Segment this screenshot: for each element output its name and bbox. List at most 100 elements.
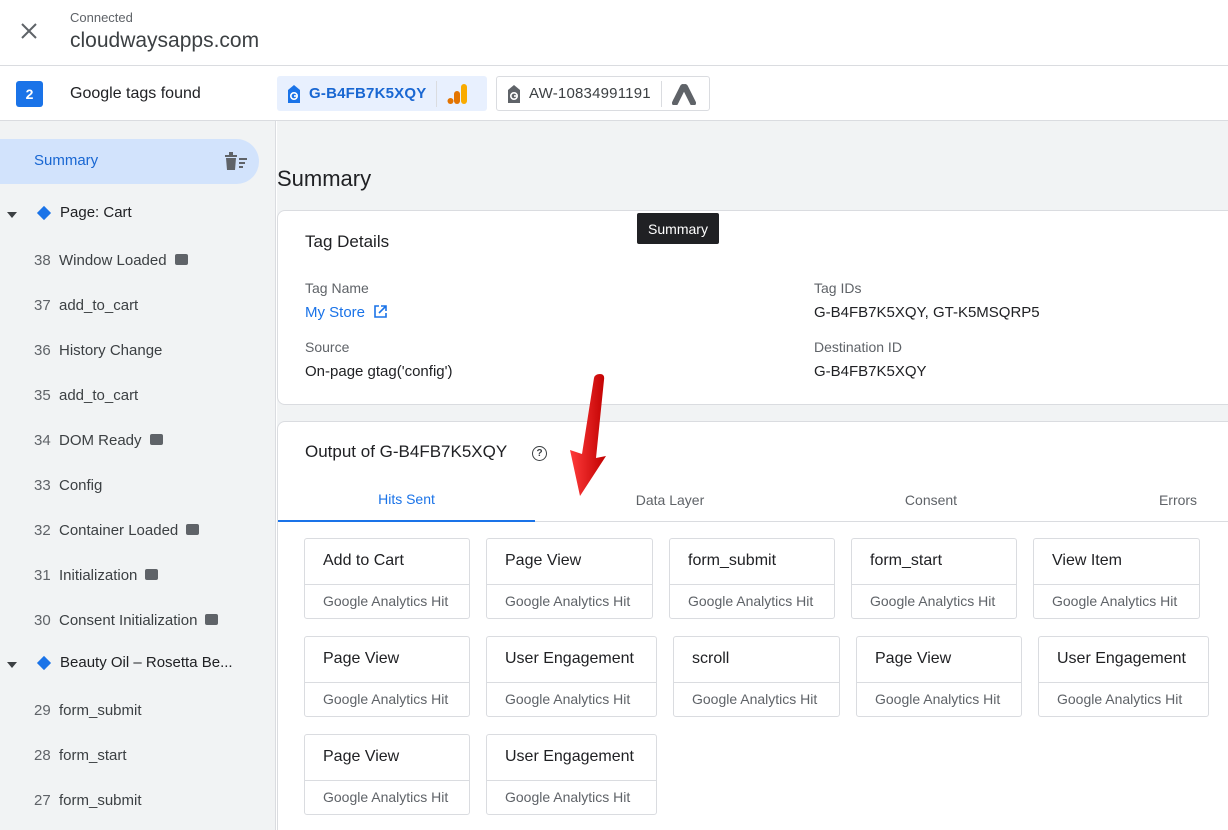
hit-card[interactable]: Page View Google Analytics Hit <box>304 734 470 815</box>
google-ads-icon <box>671 83 696 105</box>
hit-type: Google Analytics Hit <box>1052 593 1178 609</box>
hit-type: Google Analytics Hit <box>323 691 449 707</box>
event-name: Window Loaded <box>59 251 167 269</box>
tag-chip-ads[interactable]: AW-10834991191 <box>496 76 710 111</box>
diamond-icon <box>36 655 52 671</box>
event-item[interactable]: 28 form_start <box>0 740 270 770</box>
hit-card[interactable]: Add to Cart Google Analytics Hit <box>304 538 470 619</box>
hit-type: Google Analytics Hit <box>505 593 631 609</box>
tag-bar: 2 Google tags found G-B4FB7K5XQY AW-1083… <box>0 66 1228 121</box>
event-number: 33 <box>34 476 51 494</box>
event-item[interactable]: 38 Window Loaded <box>0 245 270 275</box>
code-icon <box>186 524 200 536</box>
event-name: Consent Initialization <box>59 611 198 629</box>
event-name: add_to_cart <box>59 386 139 404</box>
help-icon[interactable]: ? <box>532 446 547 461</box>
event-item[interactable]: 36 History Change <box>0 335 270 365</box>
hit-card[interactable]: User Engagement Google Analytics Hit <box>1038 636 1209 717</box>
divider <box>305 780 469 781</box>
destination-id-value: G-B4FB7K5XQY <box>814 363 927 380</box>
card-title: Tag Details <box>305 232 390 251</box>
event-item[interactable]: 37 add_to_cart <box>0 290 270 320</box>
hit-type: Google Analytics Hit <box>1057 691 1183 707</box>
page-group-cart[interactable]: Page: Cart <box>0 200 270 230</box>
sidebar-item-summary[interactable]: Summary <box>0 139 259 184</box>
diamond-icon <box>36 205 52 221</box>
tab-data-layer[interactable]: Data Layer <box>540 477 800 522</box>
page-title: Summary <box>277 166 372 191</box>
page-title: Page: Cart <box>60 204 132 221</box>
divider <box>487 780 656 781</box>
event-number: 34 <box>34 431 51 449</box>
hit-card[interactable]: Page View Google Analytics Hit <box>304 636 470 717</box>
tab-consent[interactable]: Consent <box>800 477 1062 522</box>
tab-hits-sent[interactable]: Hits Sent <box>278 477 535 522</box>
card-title: Output of G-B4FB7K5XQY <box>305 442 508 461</box>
tag-count-badge: 2 <box>16 81 43 107</box>
hit-type: Google Analytics Hit <box>875 691 1001 707</box>
hit-type: Google Analytics Hit <box>505 789 631 805</box>
chip-divider <box>436 80 438 107</box>
hit-card[interactable]: Page View Google Analytics Hit <box>486 538 653 619</box>
page-group-beauty-oil[interactable]: Beauty Oil – Rosetta Be... <box>0 650 270 680</box>
event-number: 32 <box>34 521 51 539</box>
event-number: 30 <box>34 611 51 629</box>
hit-type: Google Analytics Hit <box>870 593 996 609</box>
divider <box>487 584 652 585</box>
code-icon <box>145 569 159 581</box>
open-external-icon <box>374 305 387 318</box>
clear-messages-icon[interactable] <box>224 151 248 171</box>
event-number: 31 <box>34 566 51 584</box>
tag-details-card: Tag Details Tag Name My Store Tag IDs G-… <box>277 210 1228 405</box>
event-item[interactable]: 27 form_submit <box>0 785 270 815</box>
tag-chip-ga4[interactable]: G-B4FB7K5XQY <box>277 76 487 111</box>
hit-type: Google Analytics Hit <box>323 593 449 609</box>
divider <box>857 682 1021 683</box>
hit-card[interactable]: form_start Google Analytics Hit <box>851 538 1017 619</box>
divider <box>1034 584 1199 585</box>
tag-name-link[interactable]: My Store <box>305 304 388 321</box>
hit-card[interactable]: Page View Google Analytics Hit <box>856 636 1022 717</box>
tab-errors[interactable]: Errors <box>1138 477 1218 522</box>
event-item[interactable]: 29 form_submit <box>0 695 270 725</box>
event-number: 36 <box>34 341 51 359</box>
hit-name: form_submit <box>688 552 777 569</box>
hit-name: scroll <box>692 650 730 667</box>
event-number: 27 <box>34 791 51 809</box>
divider <box>487 682 656 683</box>
hit-name: form_start <box>870 552 943 569</box>
hit-card[interactable]: form_submit Google Analytics Hit <box>669 538 835 619</box>
tag-ids-label: Tag IDs <box>814 280 862 296</box>
event-item[interactable]: 33 Config <box>0 470 270 500</box>
hit-name: User Engagement <box>505 748 634 765</box>
close-icon <box>21 23 37 39</box>
event-item[interactable]: 30 Consent Initialization <box>0 605 270 635</box>
event-number: 28 <box>34 746 51 764</box>
event-name: History Change <box>59 341 163 359</box>
event-number: 35 <box>34 386 51 404</box>
hit-name: Page View <box>505 552 582 569</box>
hit-type: Google Analytics Hit <box>692 691 818 707</box>
event-name: DOM Ready <box>59 431 142 449</box>
hit-name: Page View <box>323 748 400 765</box>
hit-card[interactable]: User Engagement Google Analytics Hit <box>486 734 657 815</box>
event-name: add_to_cart <box>59 296 139 314</box>
divider <box>852 584 1016 585</box>
event-number: 29 <box>34 701 51 719</box>
hit-card[interactable]: View Item Google Analytics Hit <box>1033 538 1200 619</box>
close-button[interactable] <box>14 16 44 46</box>
google-tag-icon <box>508 84 520 103</box>
event-item[interactable]: 32 Container Loaded <box>0 515 270 545</box>
event-item[interactable]: 34 DOM Ready <box>0 425 270 455</box>
hit-type: Google Analytics Hit <box>323 789 449 805</box>
divider <box>674 682 839 683</box>
tags-found-label: Google tags found <box>70 85 201 102</box>
event-item[interactable]: 31 Initialization <box>0 560 270 590</box>
page-title: Beauty Oil – Rosetta Be... <box>60 654 233 671</box>
hit-card[interactable]: User Engagement Google Analytics Hit <box>486 636 657 717</box>
divider <box>670 584 834 585</box>
caret-down-icon <box>7 212 17 218</box>
event-item[interactable]: 35 add_to_cart <box>0 380 270 410</box>
hit-card[interactable]: scroll Google Analytics Hit <box>673 636 840 717</box>
divider <box>305 682 469 683</box>
